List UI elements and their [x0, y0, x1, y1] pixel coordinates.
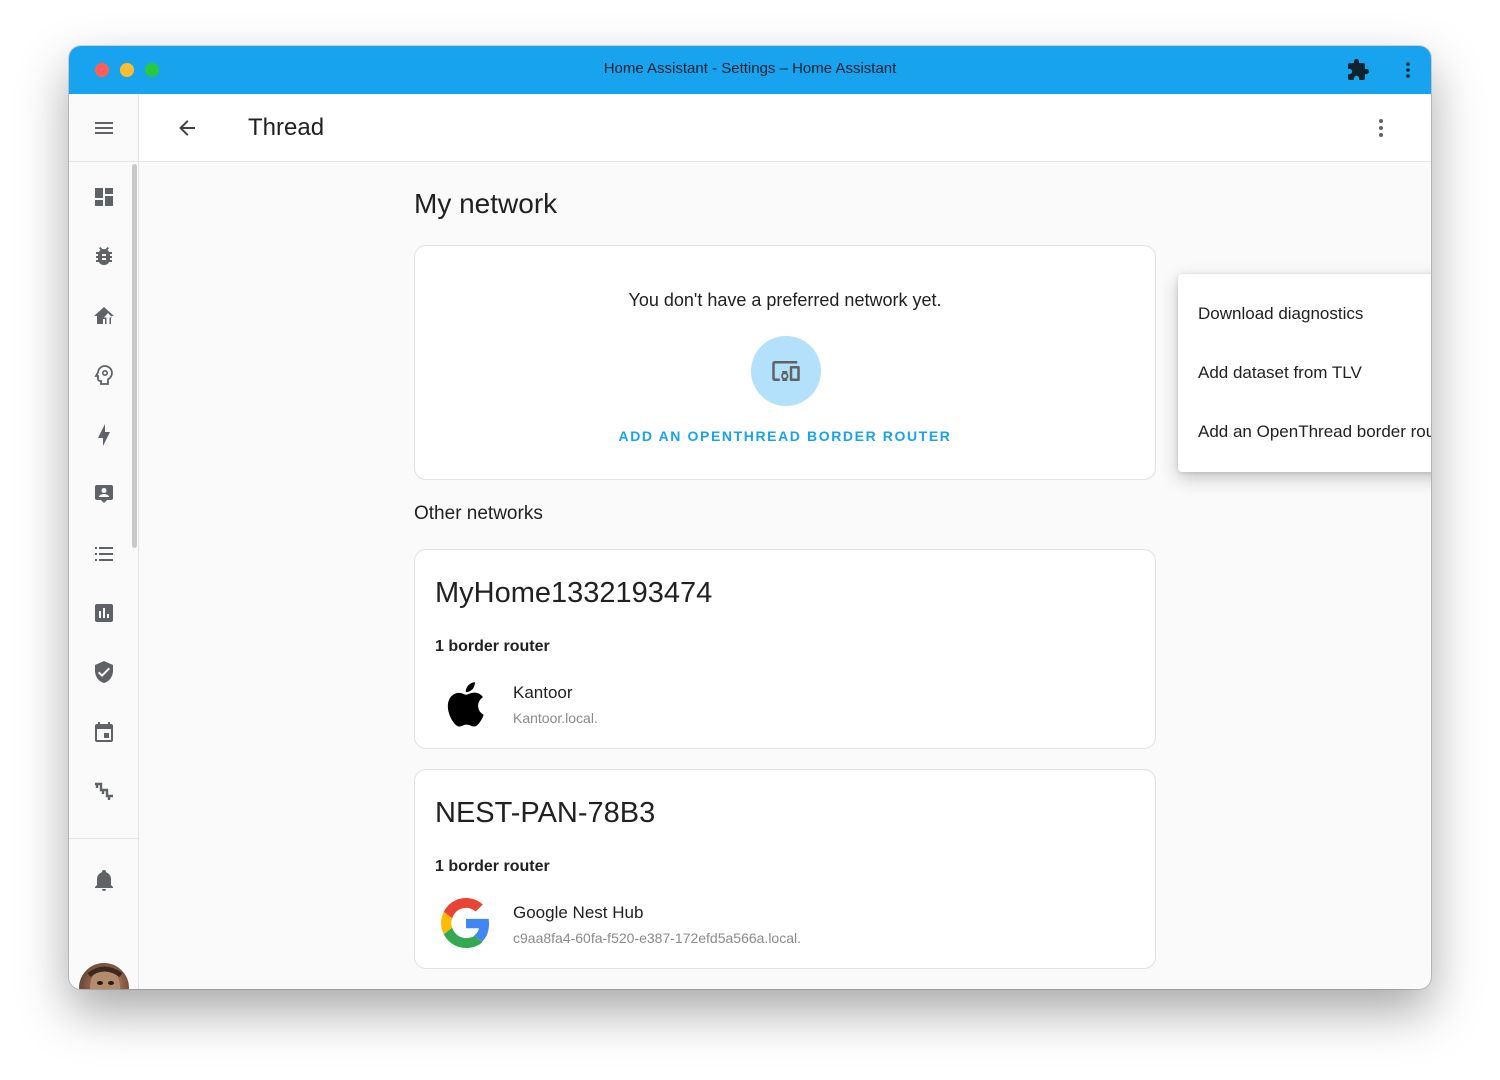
my-network-heading: My network — [414, 188, 558, 219]
title-bar: Home Assistant - Settings – Home Assista… — [69, 46, 1431, 94]
menu-item-download-diagnostics[interactable]: Download diagnostics — [1178, 284, 1431, 343]
border-router-count: 1 border router — [435, 638, 550, 655]
border-router-host: Kantoor.local. — [513, 710, 598, 726]
back-arrow-icon[interactable] — [175, 116, 199, 140]
window-title: Home Assistant - Settings – Home Assista… — [603, 60, 897, 77]
network-card: MyHome1332193474 1 border router Kantoor… — [414, 549, 1156, 749]
sidebar — [69, 94, 139, 989]
menu-hamburger-icon[interactable] — [92, 116, 116, 140]
border-router-name: Kantoor — [513, 683, 573, 702]
calendar-icon[interactable] — [92, 720, 116, 744]
network-name: MyHome1332193474 — [435, 577, 713, 609]
lightning-bolt-icon[interactable] — [92, 423, 116, 447]
main-content: My network You don't have a preferred ne… — [139, 162, 1431, 989]
page-title: Thread — [248, 114, 325, 141]
head-lightbulb-icon[interactable] — [92, 363, 116, 387]
bug-icon[interactable] — [92, 244, 116, 268]
no-preferred-network-message: You don't have a preferred network yet. — [628, 290, 942, 310]
border-router-count: 1 border router — [435, 858, 550, 875]
browser-menu-icon[interactable] — [1396, 58, 1420, 82]
account-box-icon[interactable] — [92, 482, 116, 506]
user-avatar[interactable] — [79, 963, 129, 989]
border-router-name: Google Nest Hub — [513, 903, 644, 922]
devices-icon — [751, 336, 821, 406]
add-border-router-button[interactable]: ADD AN OPENTHREAD BORDER ROUTER — [415, 428, 1155, 444]
border-router-host: c9aa8fa4-60fa-f520-e387-172efd5a566a.loc… — [513, 930, 802, 946]
format-list-icon[interactable] — [92, 542, 116, 566]
app-window: Home Assistant - Settings – Home Assista… — [69, 46, 1431, 989]
page-header: Thread — [139, 94, 1431, 162]
google-logo-icon — [441, 898, 491, 950]
sidebar-header — [69, 94, 139, 162]
menu-item-add-border-router[interactable]: Add an OpenThread border router — [1178, 402, 1431, 461]
chart-box-icon[interactable] — [92, 601, 116, 625]
overflow-menu-icon[interactable] — [1369, 116, 1393, 140]
stairs-icon[interactable] — [92, 779, 116, 803]
network-card: NEST-PAN-78B3 1 border router Google Nes… — [414, 769, 1156, 969]
network-name: NEST-PAN-78B3 — [435, 797, 656, 829]
preferred-network-card: You don't have a preferred network yet. … — [414, 245, 1156, 480]
home-upload-icon[interactable] — [92, 304, 116, 328]
sidebar-divider — [69, 838, 139, 839]
apple-logo-icon — [441, 678, 491, 730]
sidebar-scrollbar[interactable] — [132, 164, 137, 548]
menu-item-add-dataset-tlv[interactable]: Add dataset from TLV — [1178, 343, 1431, 402]
other-networks-heading: Other networks — [414, 503, 543, 524]
bell-icon[interactable] — [92, 868, 116, 892]
overflow-dropdown-menu: Download diagnostics Add dataset from TL… — [1178, 274, 1431, 472]
dashboard-icon[interactable] — [92, 185, 116, 209]
shield-check-icon[interactable] — [92, 660, 116, 684]
extensions-puzzle-icon[interactable] — [1346, 58, 1370, 82]
